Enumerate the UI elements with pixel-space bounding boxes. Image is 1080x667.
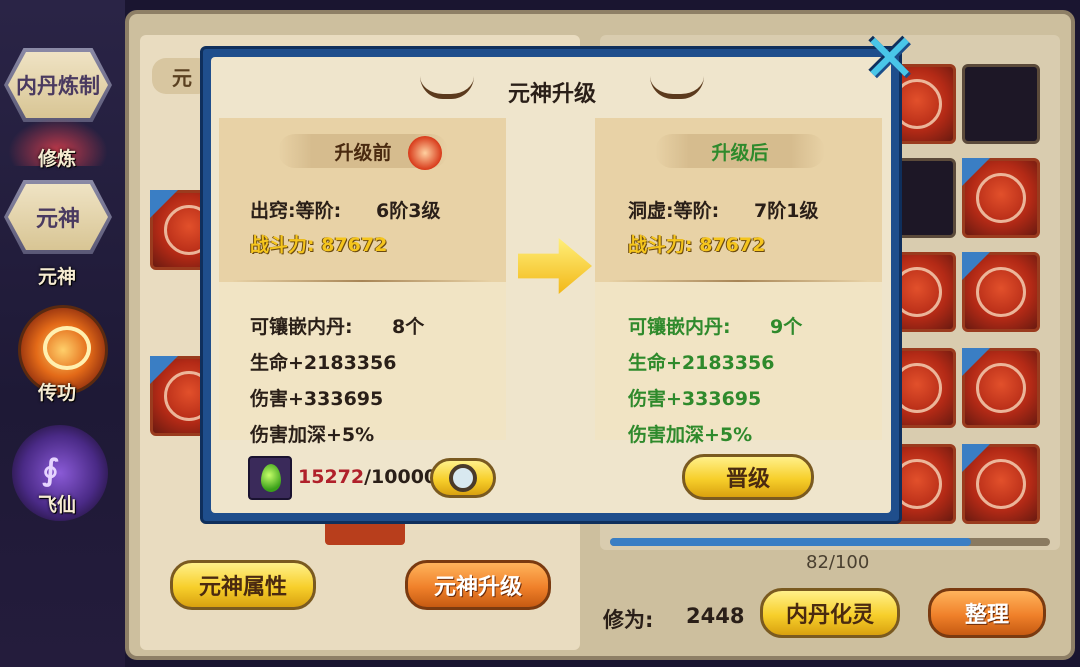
after-power: 战斗力: 87672 — [628, 234, 766, 256]
after-realm-label: 洞虚:等阶: — [628, 200, 720, 222]
after-slots-value: 9个 — [770, 316, 803, 338]
cost-have: 15272 — [298, 466, 365, 488]
promote-button[interactable]: 晋级 — [682, 454, 814, 500]
green-flame-icon — [261, 464, 281, 492]
neidan-slot[interactable] — [962, 348, 1040, 428]
before-slots-value: 8个 — [392, 316, 425, 338]
before-damage: 伤害+333695 — [250, 388, 384, 410]
before-divider — [232, 280, 492, 282]
view-button[interactable] — [430, 458, 496, 498]
progress-fill — [610, 538, 971, 546]
swirl-rune-icon — [976, 459, 1026, 509]
yuanshen-tab[interactable]: 元神 — [4, 180, 112, 254]
yuanshen-tab-label: 元神 — [8, 184, 108, 250]
cost-text: 15272/100000 — [298, 466, 450, 488]
progress-text: 82/100 — [806, 552, 870, 573]
magnifier-icon — [449, 464, 477, 492]
yuanshen-upgrade-button[interactable]: 元神升级 — [405, 560, 551, 610]
swirl-rune-icon — [976, 363, 1026, 413]
before-slots-label: 可镶嵌内丹: — [250, 316, 353, 338]
progress-bar — [610, 538, 1050, 546]
crown-icon — [43, 326, 91, 370]
before-power: 战斗力: 87672 — [250, 234, 388, 256]
neidan-item-slot[interactable] — [248, 456, 292, 500]
neidan-slot-empty[interactable] — [962, 64, 1040, 144]
after-realm-value: 7阶1级 — [754, 200, 819, 222]
after-deepen: 伤害加深+5% — [628, 424, 753, 446]
chuangong-label: 传功 — [38, 382, 77, 404]
before-hp: 生命+2183356 — [250, 352, 397, 374]
before-realm-label: 出窍:等阶: — [250, 200, 342, 222]
feixian-label: 飞仙 — [38, 494, 77, 516]
after-slots-label: 可镶嵌内丹: — [628, 316, 731, 338]
neidan-slot[interactable] — [962, 444, 1040, 524]
after-hp: 生命+2183356 — [628, 352, 775, 374]
neidan-spirit-button[interactable]: 内丹化灵 — [760, 588, 900, 638]
xiuwei-label: 修为: — [603, 608, 654, 632]
neidan-slot[interactable] — [962, 158, 1040, 238]
xiulian-label: 修炼 — [38, 148, 77, 170]
before-realm-value: 6阶3级 — [376, 200, 441, 222]
after-header: 升级后 — [655, 134, 825, 168]
before-deepen: 伤害加深+5% — [250, 424, 375, 446]
yuanshen-attr-button[interactable]: 元神属性 — [170, 560, 316, 610]
close-x-icon[interactable]: ✕ — [862, 26, 917, 92]
xiuwei-value: 2448 — [686, 604, 745, 628]
neidan-refine-tab[interactable]: 内丹炼制 — [4, 48, 112, 122]
flame-icon — [408, 136, 442, 170]
feixian-emblem-icon: ∮ — [42, 453, 59, 488]
after-divider — [608, 280, 868, 282]
swirl-rune-icon — [976, 267, 1026, 317]
dialog-title: 元神升级 — [508, 82, 597, 107]
yuanshen-label: 元神 — [38, 266, 77, 288]
neidan-refine-label: 内丹炼制 — [8, 52, 108, 118]
swirl-rune-icon — [976, 173, 1026, 223]
sort-button[interactable]: 整理 — [928, 588, 1046, 638]
neidan-slot[interactable] — [962, 252, 1040, 332]
after-damage: 伤害+333695 — [628, 388, 762, 410]
